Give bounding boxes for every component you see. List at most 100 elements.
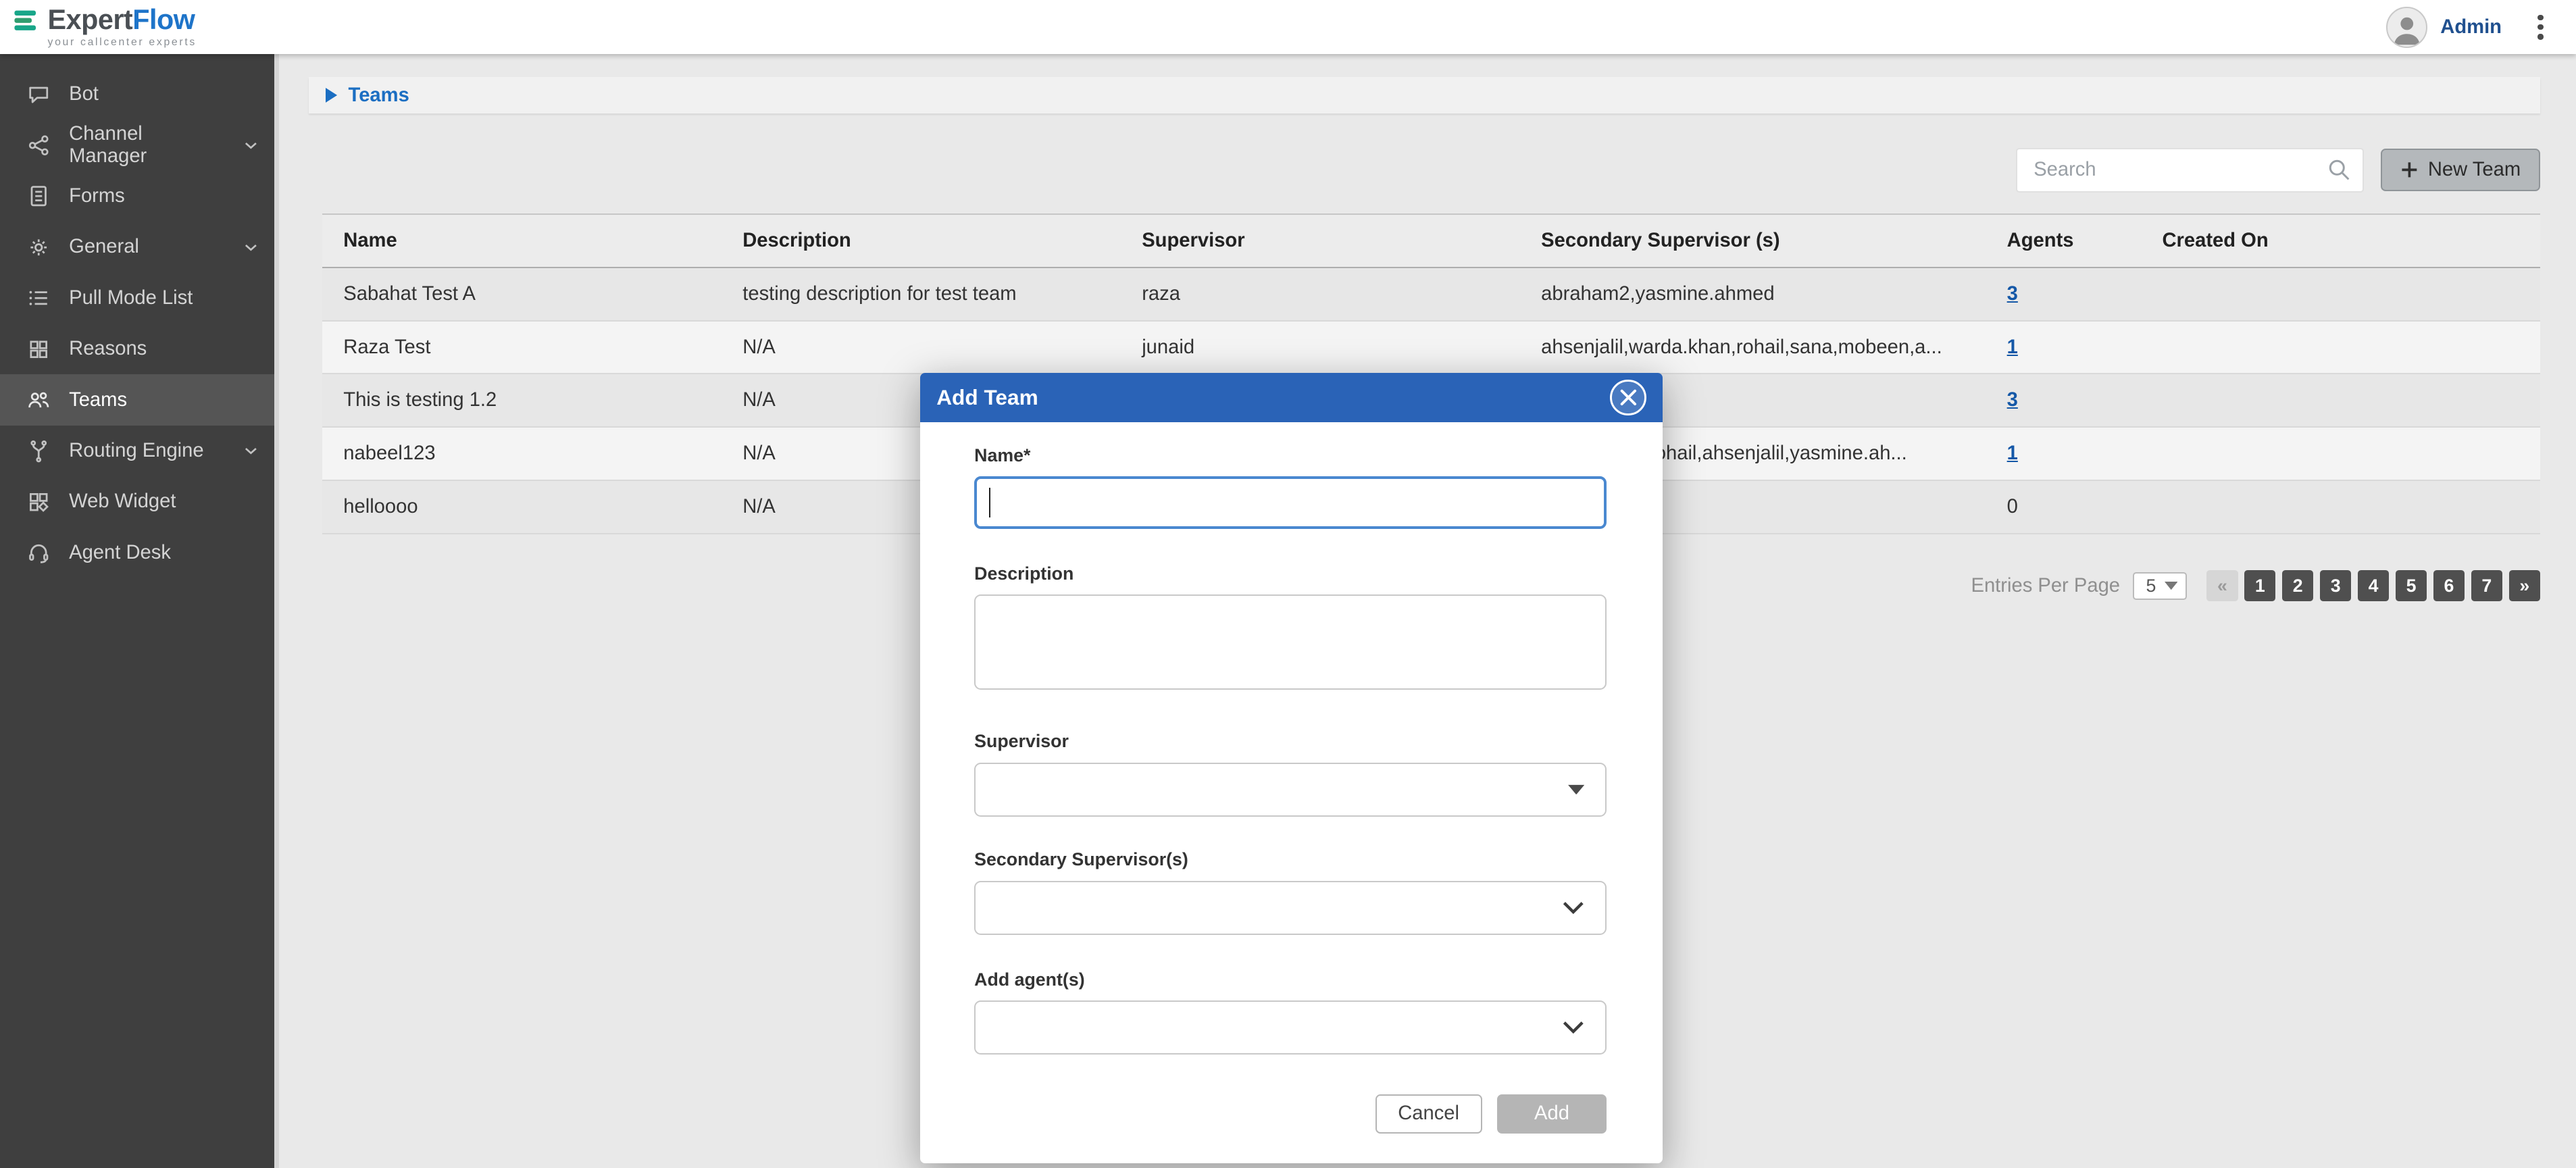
cancel-button[interactable]: Cancel [1375, 1094, 1482, 1134]
user-name-label: Admin [2440, 16, 2502, 39]
kebab-menu-icon[interactable] [2528, 8, 2553, 46]
cell-description: N/A [722, 321, 1121, 374]
column-header-name: Name [322, 214, 722, 268]
team-name-input[interactable] [974, 476, 1607, 529]
agents-count-link[interactable]: 1 [2007, 442, 2018, 464]
sidebar-item-web-widget[interactable]: Web Widget [0, 476, 279, 527]
page-button-4[interactable]: 4 [2358, 570, 2389, 601]
chevron-down-icon [1563, 1021, 1584, 1034]
sidebar-item-label: Web Widget [69, 490, 176, 513]
chevron-down-icon [242, 238, 260, 257]
modal-body: Name* Description Supervisor Secondary S… [920, 422, 1663, 1055]
app-root: ExpertFlow your callcenter experts Admin… [0, 0, 2576, 1168]
page-button-5[interactable]: 5 [2396, 570, 2427, 601]
toolbar: New Team [282, 148, 2540, 193]
cell-description: testing description for test team [722, 268, 1121, 321]
pull-mode-list-icon [26, 286, 51, 310]
page-button-6[interactable]: 6 [2433, 570, 2465, 601]
breadcrumb-teams-link[interactable]: Teams [349, 84, 409, 107]
cell-agents: 0 [1986, 480, 2141, 534]
agents-count-link[interactable]: 3 [2007, 389, 2018, 411]
supervisor-field-label: Supervisor [974, 731, 1607, 753]
dropdown-caret-icon [1568, 784, 1584, 794]
chevron-down-icon [242, 442, 260, 460]
sidebar-item-label: Pull Mode List [69, 287, 193, 309]
sidebar-item-label: General [69, 236, 139, 258]
cell-agents: 1 [1986, 321, 2141, 374]
column-header-agents: Agents [1986, 214, 2141, 268]
column-header-secondary-supervisor: Secondary Supervisor (s) [1520, 214, 1986, 268]
add-agents-field-label: Add agent(s) [974, 969, 1607, 991]
page-button-7[interactable]: 7 [2471, 570, 2502, 601]
cell-agents: 3 [1986, 374, 2141, 427]
chevron-down-icon [242, 136, 260, 155]
brand-bars-icon [13, 8, 43, 32]
table-header-row: Name Description Supervisor Secondary Su… [322, 214, 2540, 268]
sidebar-item-label: Routing Engine [69, 440, 204, 462]
cell-name: helloooo [322, 480, 722, 534]
search-input[interactable] [2016, 148, 2365, 193]
column-header-supervisor: Supervisor [1121, 214, 1520, 268]
channel-manager-icon [26, 133, 51, 157]
sidebar-item-pull-mode-list[interactable]: Pull Mode List [0, 273, 279, 324]
web-widget-icon [26, 490, 51, 514]
modal-close-button[interactable] [1610, 380, 1646, 416]
sidebar-item-forms[interactable]: Forms [0, 171, 279, 222]
add-team-modal: Add Team Name* Description Supervisor [920, 373, 1663, 1163]
cell-secondary-supervisors: abraham2,yasmine.ahmed [1520, 268, 1986, 321]
sidebar-nav: Bot Channel Manager Forms General Pull M… [0, 54, 279, 1168]
page-button-1[interactable]: 1 [2244, 570, 2275, 601]
new-team-button[interactable]: New Team [2381, 149, 2540, 191]
modal-title: Add Team [936, 385, 1038, 410]
add-button[interactable]: Add [1497, 1094, 1607, 1134]
per-page-select[interactable]: 5 [2133, 572, 2187, 600]
team-description-textarea[interactable] [974, 594, 1607, 690]
prev-page-button[interactable]: « [2206, 570, 2238, 601]
page-button-3[interactable]: 3 [2320, 570, 2351, 601]
sidebar-item-general[interactable]: General [0, 222, 279, 272]
cell-agents: 1 [1986, 427, 2141, 480]
cell-supervisor: raza [1121, 268, 1520, 321]
chevron-down-icon [2165, 582, 2177, 590]
agents-count-value: 0 [2007, 496, 2018, 517]
sidebar-item-channel-manager[interactable]: Channel Manager [0, 120, 279, 171]
next-page-button[interactable]: » [2509, 570, 2540, 601]
add-agents-select[interactable] [974, 1000, 1607, 1055]
cell-created-on [2141, 480, 2540, 534]
sidebar-item-reasons[interactable]: Reasons [0, 324, 279, 374]
name-field-label: Name* [974, 445, 1607, 467]
sidebar-item-teams[interactable]: Teams [0, 374, 279, 425]
search-icon [2327, 157, 2351, 188]
cell-created-on [2141, 427, 2540, 480]
cell-agents: 3 [1986, 268, 2141, 321]
column-header-description: Description [722, 214, 1121, 268]
cell-name: This is testing 1.2 [322, 374, 722, 427]
cell-secondary-supervisors: ahsenjalil,warda.khan,rohail,sana,mobeen… [1520, 321, 1986, 374]
breadcrumb: Teams [309, 77, 2540, 113]
sidebar-item-label: Forms [69, 185, 125, 207]
sidebar-item-label: Agent Desk [69, 542, 171, 564]
user-avatar [2386, 7, 2427, 48]
cell-created-on [2141, 321, 2540, 374]
supervisor-select[interactable] [974, 763, 1607, 817]
triangle-right-icon [326, 88, 337, 103]
user-menu[interactable]: Admin [2386, 7, 2502, 48]
cell-name: Sabahat Test A [322, 268, 722, 321]
table-row: Raza Test N/A junaid ahsenjalil,warda.kh… [322, 321, 2540, 374]
column-header-created-on: Created On [2141, 214, 2540, 268]
description-field-label: Description [974, 563, 1607, 585]
brand-name: ExpertFlow [48, 6, 195, 34]
sidebar-item-agent-desk[interactable]: Agent Desk [0, 528, 279, 578]
agents-count-link[interactable]: 1 [2007, 336, 2018, 358]
agents-count-link[interactable]: 3 [2007, 283, 2018, 305]
sidebar-item-bot[interactable]: Bot [0, 69, 279, 120]
secondary-supervisor-select[interactable] [974, 881, 1607, 935]
page-button-2[interactable]: 2 [2282, 570, 2313, 601]
table-row: Sabahat Test A testing description for t… [322, 268, 2540, 321]
plus-icon [2400, 161, 2419, 179]
sidebar-item-routing-engine[interactable]: Routing Engine [0, 426, 279, 476]
sidebar-item-label: Teams [69, 389, 127, 411]
entries-per-page-label: Entries Per Page [1971, 575, 2120, 597]
brand-tagline: your callcenter experts [48, 37, 197, 48]
cell-created-on [2141, 268, 2540, 321]
